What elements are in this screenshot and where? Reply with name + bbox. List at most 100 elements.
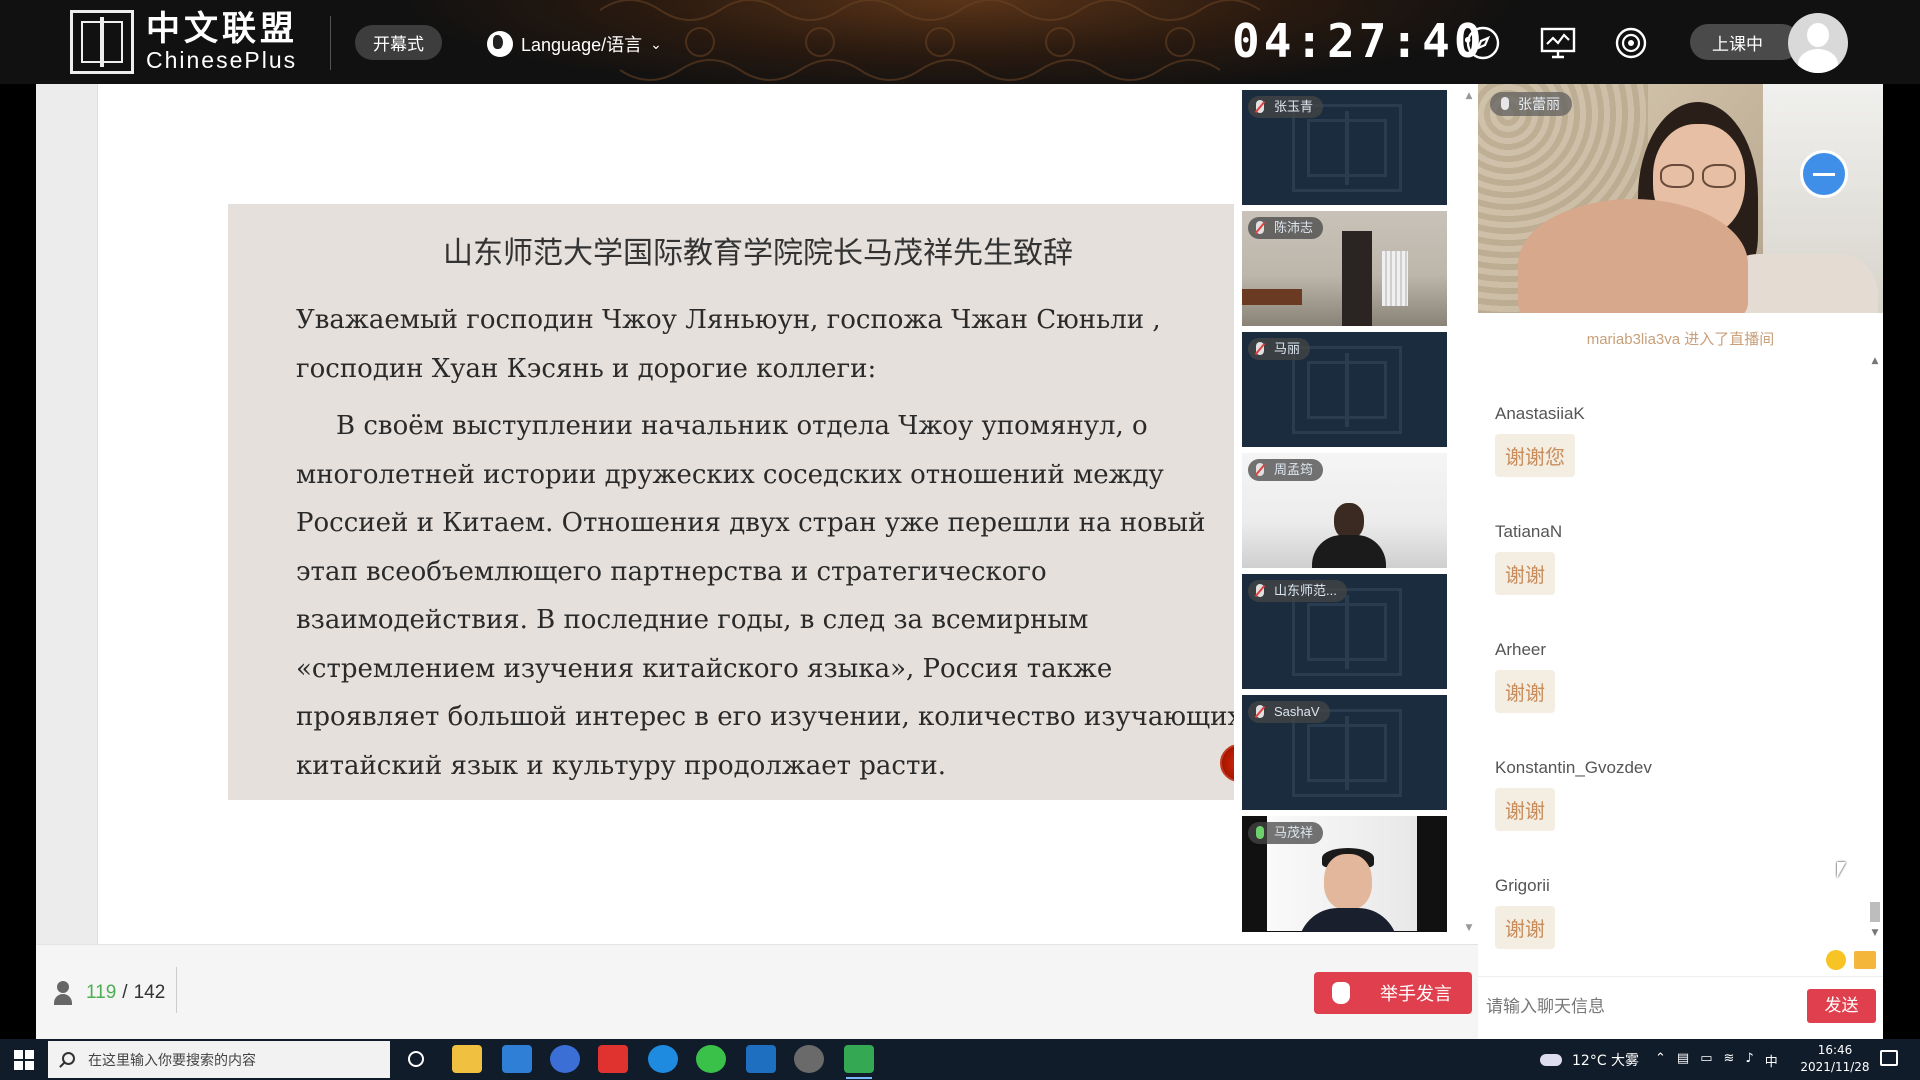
chat-username: Konstantin_Gvozdev: [1495, 758, 1652, 777]
windows-taskbar: 在这里输入你要搜索的内容 12°C 大雾 ⌃ ▤ ▭ ≋ ♪ 中 16:46 2…: [0, 1039, 1920, 1080]
chat-tools: [1826, 950, 1876, 970]
language-label: Language/语言: [521, 35, 643, 55]
scroll-thumb[interactable]: [1870, 902, 1880, 922]
chat-bubble: 谢谢: [1495, 552, 1555, 595]
join-notification: mariab3lia3va 进入了直播间: [1586, 331, 1775, 348]
room-table: [1242, 289, 1302, 305]
chat-username: Grigorii: [1495, 876, 1550, 895]
taskbar-search-placeholder: 在这里输入你要搜索的内容: [88, 1052, 256, 1069]
app-icon[interactable]: [746, 1045, 776, 1073]
online-counter: 119 / 142: [54, 981, 165, 1005]
mail-icon[interactable]: [502, 1045, 532, 1073]
participant-name: 周孟筠: [1248, 459, 1324, 481]
chat-username: TatianaN: [1495, 522, 1563, 541]
top-bar: 中文联盟 ChinesePlus 开幕式 Language/语言 ⌄ 04:27…: [0, 0, 1920, 84]
room-door: [1342, 231, 1372, 326]
host-glasses-right: [1702, 164, 1736, 188]
chat-message: Grigorii 谢谢: [1495, 876, 1555, 949]
send-button[interactable]: 发送: [1807, 989, 1876, 1023]
edge-icon[interactable]: [648, 1045, 678, 1073]
count-separator: /: [122, 982, 128, 1003]
chevron-down-icon: ⌄: [650, 35, 662, 52]
chevron-up-icon[interactable]: ⌃: [1655, 1051, 1666, 1070]
participant-name: 马丽: [1248, 338, 1311, 360]
user-avatar[interactable]: [1788, 13, 1848, 73]
scroll-down-icon[interactable]: ▼: [1870, 928, 1880, 938]
participant-name: SashaV: [1248, 701, 1330, 723]
video-list-scrollbar[interactable]: ▲ ▼: [1464, 92, 1474, 933]
host-glasses-left: [1660, 164, 1694, 188]
compass-icon[interactable]: [1466, 26, 1500, 60]
session-timer: 04:27:40: [1232, 14, 1486, 68]
scroll-up-icon[interactable]: ▲: [1464, 92, 1474, 101]
battery-icon[interactable]: ▭: [1700, 1051, 1712, 1070]
room-radiator: [1382, 251, 1408, 306]
participant-name: 马茂祥: [1248, 822, 1324, 844]
language-selector[interactable]: Language/语言 ⌄: [487, 28, 662, 60]
baidu-icon[interactable]: [550, 1045, 580, 1073]
chat-scrollbar[interactable]: ▲ ▼: [1870, 356, 1880, 938]
seal-logo-icon: [70, 10, 134, 74]
chat-message: TatianaN 谢谢: [1495, 522, 1562, 595]
mouse-cursor-icon: [1837, 862, 1846, 878]
raise-hand-button[interactable]: 举手发言: [1314, 972, 1472, 1014]
chat-input[interactable]: [1486, 989, 1786, 1025]
chat-message: Arheer 谢谢: [1495, 640, 1555, 713]
weather-text[interactable]: 12°C 大雾: [1572, 1050, 1639, 1070]
right-panel: 张蕾丽 mariab3lia3va 进入了直播间 AnastasiiaK 谢谢您…: [1478, 84, 1883, 1039]
online-count: 119: [86, 982, 117, 1003]
ime-indicator[interactable]: 中: [1765, 1051, 1778, 1070]
wifi-icon[interactable]: ≋: [1724, 1051, 1735, 1070]
logo-en-text: ChinesePlus: [146, 47, 298, 73]
monitor-chart-icon[interactable]: [1540, 26, 1576, 60]
hand-icon: [1332, 982, 1350, 1004]
clock[interactable]: 16:46 2021/11/28: [1790, 1042, 1880, 1076]
app-icon[interactable]: [794, 1045, 824, 1073]
chat-username: AnastasiiaK: [1495, 404, 1585, 423]
left-toolbar: [36, 84, 98, 944]
participant-tile[interactable]: 周孟筠: [1242, 453, 1447, 568]
users-icon: [54, 981, 78, 1005]
taskbar-search[interactable]: 在这里输入你要搜索的内容: [48, 1041, 390, 1078]
clock-time: 16:46: [1817, 1043, 1853, 1057]
scroll-up-icon[interactable]: ▲: [1870, 356, 1880, 366]
host-video[interactable]: 张蕾丽: [1478, 84, 1883, 313]
notification-icon[interactable]: [1880, 1050, 1898, 1066]
wechat-icon[interactable]: [696, 1045, 726, 1073]
emoji-icon[interactable]: [1826, 950, 1846, 970]
record-icon[interactable]: [1614, 26, 1648, 60]
network-icon[interactable]: ▤: [1677, 1051, 1689, 1070]
slide-paragraph-2: В своём выступлении начальник отдела Чжо…: [296, 411, 1243, 781]
participant-tile[interactable]: 山东师范...: [1242, 574, 1447, 689]
volume-icon[interactable]: ♪: [1745, 1051, 1753, 1070]
file-explorer-icon[interactable]: [452, 1045, 482, 1073]
participant-tile[interactable]: 马丽: [1242, 332, 1447, 447]
slide-title: 山东师范大学国际教育学院院长马茂祥先生致辞: [443, 236, 1073, 271]
opening-ceremony-button[interactable]: 开幕式: [355, 25, 442, 60]
wps-icon[interactable]: [598, 1045, 628, 1073]
bottom-bar: 119 / 142 举手发言: [36, 944, 1478, 1039]
chat-bubble: 谢谢: [1495, 788, 1555, 831]
cloud-icon: [1540, 1053, 1562, 1066]
folder-icon[interactable]: [1854, 951, 1876, 969]
chat-message: AnastasiiaK 谢谢您: [1495, 404, 1585, 477]
class-status-badge: 上课中: [1690, 24, 1800, 60]
tray-icons: ⌃ ▤ ▭ ≋ ♪ 中: [1655, 1051, 1778, 1070]
participant-tile[interactable]: SashaV: [1242, 695, 1447, 810]
search-icon: [62, 1052, 75, 1065]
participant-name: 陈沛志: [1248, 217, 1324, 239]
participant-tile[interactable]: 陈沛志: [1242, 211, 1447, 326]
chat-input-area: 发送: [1478, 976, 1883, 1039]
chat-bubble: 谢谢: [1495, 906, 1555, 949]
app-logo: 中文联盟 ChinesePlus: [70, 10, 298, 74]
scroll-down-icon[interactable]: ▼: [1464, 924, 1474, 933]
task-view-icon[interactable]: [408, 1051, 424, 1067]
host-floating-icon[interactable]: [1800, 150, 1848, 198]
chat-bubble: 谢谢您: [1495, 434, 1575, 477]
participant-tile[interactable]: 张玉青: [1242, 90, 1447, 205]
speaker-head: [1324, 854, 1372, 910]
chrome-icon[interactable]: [844, 1045, 874, 1079]
participant-tile[interactable]: 马茂祥: [1242, 816, 1447, 932]
windows-start-icon[interactable]: [14, 1050, 34, 1070]
seal-watermark-icon: [1292, 346, 1402, 434]
